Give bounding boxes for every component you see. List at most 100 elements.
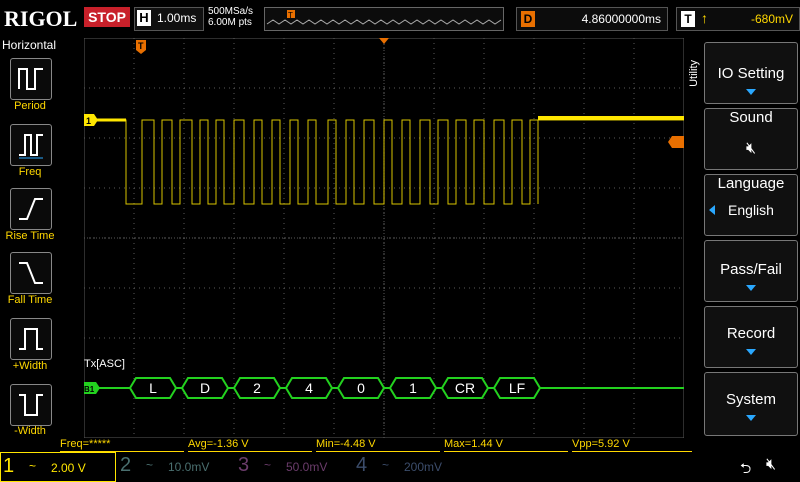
io-setting-button[interactable]: IO Setting bbox=[704, 42, 798, 104]
usb-icon: ⮌ bbox=[740, 460, 752, 476]
ch2-scale: 10.0mV bbox=[168, 460, 210, 474]
channel-status-bar: 1 ~ 2.00 V 2 ~ 10.0mV 3 ~ 50.0mV 4 ~ 200… bbox=[0, 452, 800, 482]
record-button[interactable]: Record bbox=[704, 306, 798, 368]
ch1-marker-label: 1 bbox=[86, 116, 91, 126]
ch1-waveform bbox=[84, 119, 684, 205]
decode-byte-label: D bbox=[200, 380, 210, 396]
period-button[interactable] bbox=[10, 58, 52, 100]
ac-coupling-icon: ~ bbox=[382, 458, 390, 472]
pass-fail-button[interactable]: Pass/Fail bbox=[704, 240, 798, 302]
measurement-bar: Freq=***** Avg=-1.36 V Min=-4.48 V Max=1… bbox=[60, 438, 700, 452]
trigger-label: T bbox=[681, 11, 695, 27]
decode-byte-label: L bbox=[149, 380, 157, 396]
bus-marker-label: B1 bbox=[84, 385, 95, 394]
language-value: English bbox=[728, 202, 774, 218]
fall-time-icon bbox=[19, 262, 43, 284]
ac-coupling-icon: ~ bbox=[29, 459, 37, 473]
language-button[interactable]: Language English bbox=[704, 174, 798, 236]
chevron-down-icon bbox=[746, 285, 756, 291]
rise-time-button[interactable] bbox=[10, 188, 52, 230]
decode-byte-label: LF bbox=[509, 380, 525, 396]
memory-position-bar[interactable]: T bbox=[264, 7, 504, 31]
decode-byte-label: 1 bbox=[409, 380, 417, 396]
panel-title: Horizontal bbox=[2, 38, 57, 52]
neg-width-button[interactable] bbox=[10, 384, 52, 426]
timebase-box[interactable]: H 1.00ms bbox=[134, 7, 204, 31]
freq-label: Freq bbox=[18, 166, 42, 178]
chevron-down-icon bbox=[746, 349, 756, 355]
rise-time-label: Rise Time bbox=[5, 230, 55, 242]
freq-icon bbox=[19, 134, 43, 159]
speaker-muted-icon: 🔇︎ bbox=[766, 456, 777, 473]
sample-rate: 500MSa/s bbox=[208, 6, 254, 17]
pos-width-icon bbox=[19, 328, 43, 350]
ch2-number: 2 bbox=[120, 454, 132, 476]
utility-menu: IO Setting Sound 🔇︎ Language English Pas… bbox=[704, 38, 800, 438]
trigger-level-marker bbox=[668, 136, 684, 148]
ac-coupling-icon: ~ bbox=[264, 458, 272, 472]
trigger-edge-icon: ↑ bbox=[701, 10, 708, 26]
decode-label: Tx[ASC] bbox=[84, 358, 125, 370]
min-measurement[interactable]: Min=-4.48 V bbox=[316, 438, 440, 452]
decode-byte-label: 0 bbox=[357, 380, 365, 396]
ch1-status[interactable]: 1 ~ 2.00 V bbox=[0, 452, 116, 482]
io-setting-label: IO Setting bbox=[717, 65, 785, 82]
fall-time-button[interactable] bbox=[10, 252, 52, 294]
record-label: Record bbox=[726, 325, 776, 342]
vpp-measurement[interactable]: Vpp=5.92 V bbox=[572, 438, 692, 452]
trigger-box[interactable]: T ↑ -680mV bbox=[676, 7, 800, 31]
ch4-number: 4 bbox=[356, 454, 368, 476]
system-button[interactable]: System bbox=[704, 372, 798, 436]
timebase-value: 1.00ms bbox=[157, 11, 197, 25]
pos-width-button[interactable] bbox=[10, 318, 52, 360]
chevron-down-icon bbox=[746, 415, 756, 421]
acquisition-info: 500MSa/s 6.00M pts bbox=[208, 6, 253, 28]
decode-byte-label: CR bbox=[455, 380, 475, 396]
rise-time-icon bbox=[19, 198, 43, 220]
top-status-bar: RIGOL STOP H 1.00ms 500MSa/s 6.00M pts T… bbox=[0, 0, 800, 36]
waveform-overview: T bbox=[266, 10, 502, 25]
chevron-down-icon bbox=[746, 89, 756, 95]
period-icon bbox=[18, 68, 43, 90]
waveform-grid: L D 2 4 0 1 CR LF 1 B1 T bbox=[82, 37, 685, 439]
freq-measurement[interactable]: Freq=***** bbox=[60, 438, 184, 452]
chevron-left-icon bbox=[709, 205, 715, 215]
ch2-status[interactable]: 2 ~ 10.0mV bbox=[118, 452, 232, 480]
ch3-status[interactable]: 3 ~ 50.0mV bbox=[236, 452, 350, 480]
ch4-scale: 200mV bbox=[404, 460, 443, 474]
trigger-marker-label: T bbox=[138, 41, 144, 51]
pass-fail-label: Pass/Fail bbox=[720, 261, 782, 278]
pos-width-label: +Width bbox=[12, 360, 48, 372]
fall-time-label: Fall Time bbox=[7, 294, 53, 306]
rigol-logo: RIGOL bbox=[4, 6, 78, 31]
neg-width-icon bbox=[19, 394, 43, 416]
horizontal-measure-panel: Horizontal Period Freq Rise Time Fall Ti… bbox=[0, 38, 60, 438]
max-measurement[interactable]: Max=1.44 V bbox=[444, 438, 568, 452]
timebase-label: H bbox=[137, 10, 151, 26]
menu-title: Utility bbox=[688, 60, 700, 87]
waveform-display[interactable]: L D 2 4 0 1 CR LF 1 B1 T bbox=[82, 37, 685, 439]
ch3-number: 3 bbox=[238, 454, 250, 476]
memory-depth: 6.00M pts bbox=[208, 17, 252, 28]
sound-button[interactable]: Sound 🔇︎ bbox=[704, 108, 798, 170]
delay-label: D bbox=[521, 11, 535, 27]
delay-value: 4.86000000ms bbox=[581, 12, 661, 26]
language-value-row: English bbox=[705, 202, 797, 218]
ch1-number: 1 bbox=[3, 455, 15, 477]
neg-width-label: -Width bbox=[14, 425, 46, 437]
run-stop-status[interactable]: STOP bbox=[84, 7, 130, 27]
language-label: Language bbox=[717, 175, 785, 192]
avg-measurement[interactable]: Avg=-1.36 V bbox=[188, 438, 312, 452]
svg-text:T: T bbox=[288, 11, 293, 20]
ch4-status[interactable]: 4 ~ 200mV bbox=[354, 452, 468, 480]
decode-byte-label: 2 bbox=[253, 380, 261, 396]
period-label: Period bbox=[14, 100, 46, 112]
freq-button[interactable] bbox=[10, 124, 52, 166]
center-marker bbox=[379, 38, 389, 44]
delay-box[interactable]: D 4.86000000ms bbox=[516, 7, 668, 31]
ch1-scale: 2.00 V bbox=[51, 461, 86, 475]
speaker-muted-icon: 🔇︎ bbox=[745, 140, 757, 157]
system-label: System bbox=[725, 391, 776, 408]
decode-byte-label: 4 bbox=[305, 380, 313, 396]
ac-coupling-icon: ~ bbox=[146, 458, 154, 472]
